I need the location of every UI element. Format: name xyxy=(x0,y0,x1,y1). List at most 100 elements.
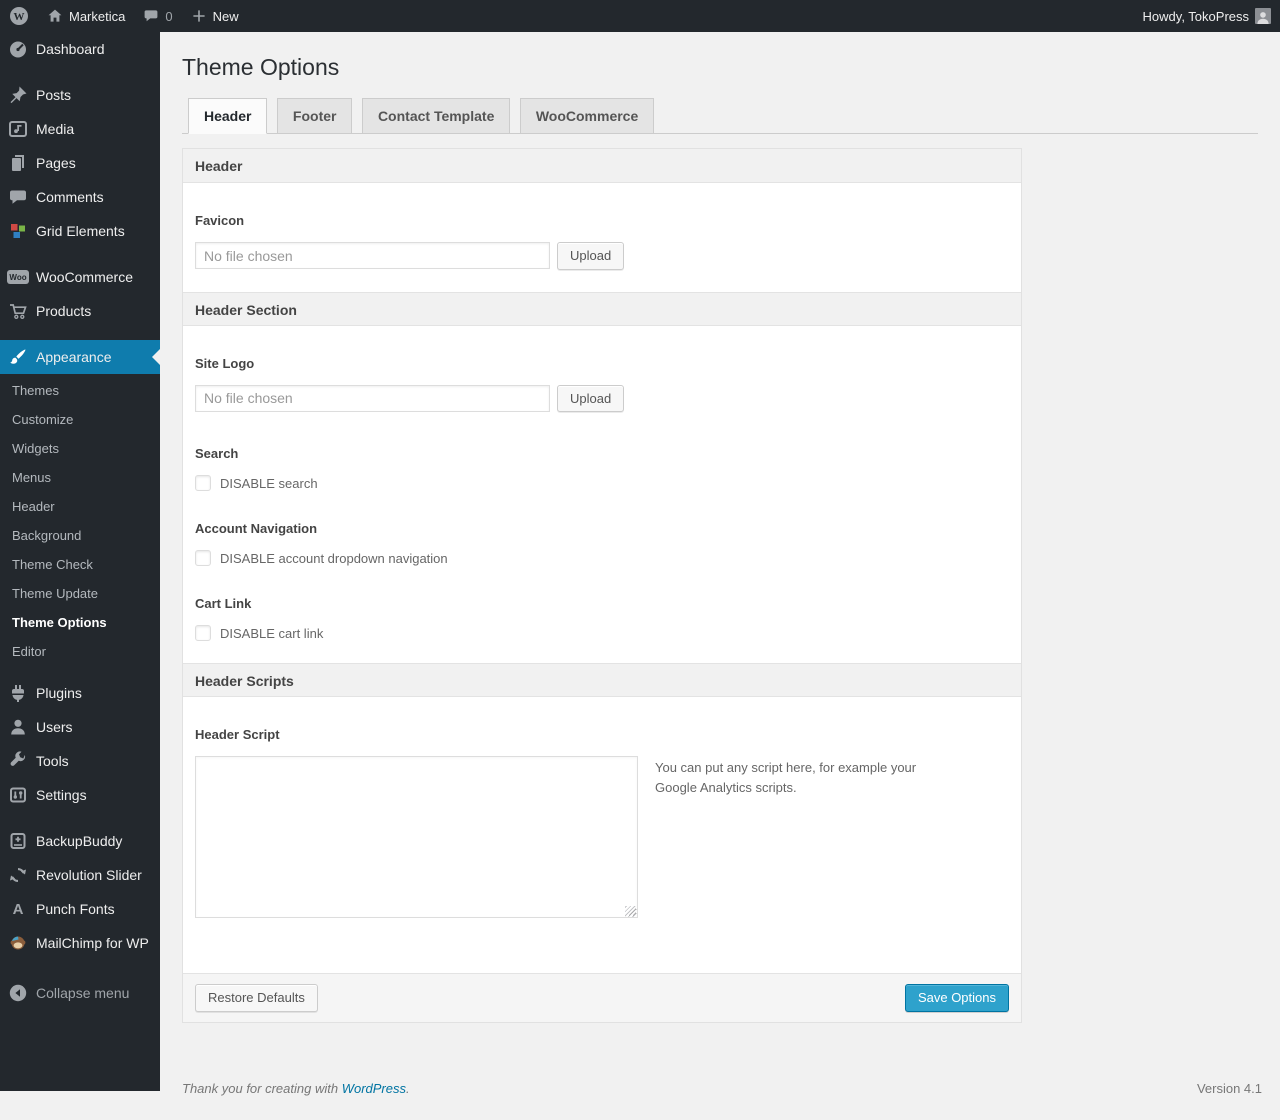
wordpress-link[interactable]: WordPress xyxy=(342,1081,406,1096)
tab-footer[interactable]: Footer xyxy=(276,98,353,134)
submenu-item-theme-options[interactable]: Theme Options xyxy=(0,608,160,637)
comments-icon xyxy=(10,190,26,204)
sidebar-item-plugins[interactable]: Plugins xyxy=(0,676,160,710)
woocommerce-badge-icon: Woo xyxy=(7,270,29,284)
sidebar-item-revolution-slider[interactable]: Revolution Slider xyxy=(0,858,160,892)
restore-defaults-button[interactable]: Restore Defaults xyxy=(195,984,318,1012)
sidebar-item-label: Dashboard xyxy=(36,41,105,57)
disable-account-nav-label: DISABLE account dropdown navigation xyxy=(220,550,448,566)
sidebar-item-label: Posts xyxy=(36,87,72,103)
theme-options-panel: Header Favicon Upload Header Section Sit… xyxy=(182,148,1022,1023)
admin-sidebar: Dashboard Posts Media Pages Comments Gri… xyxy=(0,32,160,1091)
sidebar-item-products[interactable]: Products xyxy=(0,294,160,328)
footer-thanks-prefix: Thank you for creating with xyxy=(182,1080,342,1096)
footer-thanks-text: Thank you for creating with WordPress. xyxy=(182,1081,410,1096)
site-link[interactable]: Marketica xyxy=(38,0,134,32)
monkey-icon xyxy=(10,936,26,950)
submenu-item-editor[interactable]: Editor xyxy=(0,637,160,666)
submenu-item-menus[interactable]: Menus xyxy=(0,463,160,492)
sidebar-item-label: Settings xyxy=(36,787,87,803)
grid-elements-icon xyxy=(11,224,25,238)
sidebar-item-label: Pages xyxy=(36,155,76,171)
sidebar-item-media[interactable]: Media xyxy=(0,112,160,146)
sidebar-item-settings[interactable]: Settings xyxy=(0,778,160,812)
letter-a-icon: A xyxy=(12,900,24,918)
comment-bubble-icon xyxy=(144,10,158,22)
sidebar-item-posts[interactable]: Posts xyxy=(0,78,160,112)
search-label: Search xyxy=(195,446,239,462)
pages-icon xyxy=(12,155,24,171)
sidebar-item-tools[interactable]: Tools xyxy=(0,744,160,778)
tab-woocommerce[interactable]: WooCommerce xyxy=(519,98,655,134)
footer-thanks-suffix: . xyxy=(406,1080,410,1096)
site-name: Marketica xyxy=(69,8,126,24)
sidebar-item-label: MailChimp for WP xyxy=(36,935,149,951)
submenu-item-header[interactable]: Header xyxy=(0,492,160,521)
section-header: Header xyxy=(183,149,1021,183)
section-header-scripts: Header Scripts xyxy=(183,663,1021,698)
header-script-label: Header Script xyxy=(195,727,280,743)
submenu-item-theme-update[interactable]: Theme Update xyxy=(0,579,160,608)
menu-separator xyxy=(0,812,160,824)
submenu-item-widgets[interactable]: Widgets xyxy=(0,434,160,463)
sidebar-item-label: Users xyxy=(36,719,73,735)
backup-drive-icon xyxy=(10,833,26,849)
sidebar-item-label: Appearance xyxy=(36,349,112,365)
favicon-file-input[interactable] xyxy=(195,242,550,270)
sidebar-item-label: Plugins xyxy=(36,685,82,701)
section-header-section: Header Section xyxy=(183,291,1021,326)
header-script-field: Header Script You can put any script her… xyxy=(195,701,1009,923)
tab-header[interactable]: Header xyxy=(188,98,268,134)
appearance-brush-icon xyxy=(10,349,26,364)
tab-contact-template[interactable]: Contact Template xyxy=(361,98,511,134)
sidebar-item-comments[interactable]: Comments xyxy=(0,180,160,214)
save-options-button[interactable]: Save Options xyxy=(904,984,1009,1012)
disable-cart-link-checkbox[interactable] xyxy=(195,625,211,642)
sidebar-item-appearance[interactable]: Appearance xyxy=(0,340,160,374)
sidebar-item-pages[interactable]: Pages xyxy=(0,146,160,180)
collapse-menu-label: Collapse menu xyxy=(36,985,130,1001)
theme-options-tabs: Header Footer Contact Template WooCommer… xyxy=(182,97,1258,134)
sidebar-item-backupbuddy[interactable]: BackupBuddy xyxy=(0,824,160,858)
sidebar-item-users[interactable]: Users xyxy=(0,710,160,744)
search-field: Search DISABLE search xyxy=(195,412,1009,492)
refresh-arrows-icon xyxy=(10,868,26,882)
site-logo-label: Site Logo xyxy=(195,355,255,371)
sidebar-item-label: Products xyxy=(36,303,92,319)
site-logo-file-input[interactable] xyxy=(195,384,550,412)
dashboard-icon xyxy=(10,41,26,58)
sidebar-item-grid-elements[interactable]: Grid Elements xyxy=(0,214,160,248)
favicon-upload-button[interactable]: Upload xyxy=(557,242,625,270)
sidebar-item-woocommerce[interactable]: Woo WooCommerce xyxy=(0,260,160,294)
sidebar-item-dashboard[interactable]: Dashboard xyxy=(0,32,160,66)
sidebar-item-label: Grid Elements xyxy=(36,223,125,239)
menu-separator xyxy=(0,248,160,260)
submenu-item-background[interactable]: Background xyxy=(0,521,160,550)
submenu-item-theme-check[interactable]: Theme Check xyxy=(0,550,160,579)
collapse-menu-button[interactable]: Collapse menu xyxy=(0,976,160,1010)
cart-link-field: Cart Link DISABLE cart link xyxy=(195,566,1009,642)
account-navigation-field: Account Navigation DISABLE account dropd… xyxy=(195,491,1009,567)
my-account-menu[interactable]: Howdy, TokoPress xyxy=(1134,0,1280,32)
site-logo-upload-button[interactable]: Upload xyxy=(557,384,625,413)
cart-icon xyxy=(10,304,27,319)
sidebar-item-label: WooCommerce xyxy=(36,269,133,285)
disable-cart-link-label: DISABLE cart link xyxy=(220,625,324,641)
sidebar-item-punch-fonts[interactable]: A Punch Fonts xyxy=(0,892,160,926)
disable-account-nav-checkbox[interactable] xyxy=(195,550,211,567)
appearance-submenu: Themes Customize Widgets Menus Header Ba… xyxy=(0,374,160,676)
sidebar-item-label: Tools xyxy=(36,753,69,769)
svg-text:W: W xyxy=(14,11,25,23)
submenu-item-themes[interactable]: Themes xyxy=(0,376,160,405)
sidebar-item-mailchimp[interactable]: MailChimp for WP xyxy=(0,926,160,960)
header-script-textarea[interactable] xyxy=(195,756,638,919)
collapse-arrow-icon xyxy=(9,984,27,1002)
wordpress-logo-menu[interactable]: W xyxy=(0,0,38,32)
submenu-item-customize[interactable]: Customize xyxy=(0,405,160,434)
disable-search-checkbox[interactable] xyxy=(195,475,211,492)
header-script-help-text: You can put any script here, for example… xyxy=(655,760,917,796)
account-navigation-label: Account Navigation xyxy=(195,521,318,537)
new-content-menu[interactable]: New xyxy=(182,0,248,32)
site-logo-field: Site Logo Upload xyxy=(195,330,1009,413)
comments-shortcut[interactable]: 0 xyxy=(134,0,181,32)
